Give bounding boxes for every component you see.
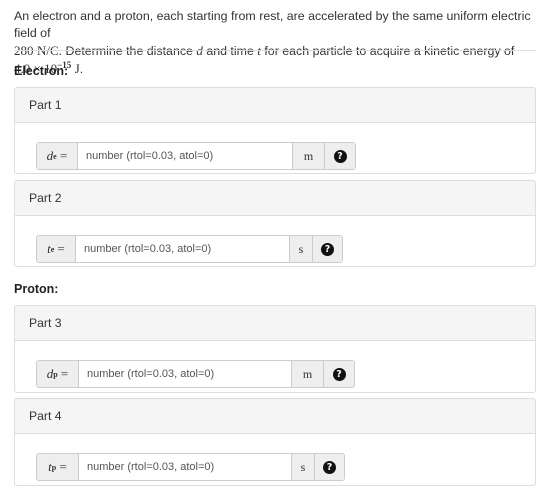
- part-4-variable-label: tp =: [37, 454, 79, 480]
- part-4-answer-input[interactable]: [79, 454, 291, 480]
- part-4-header: Part 4: [15, 399, 535, 434]
- part-4-var-sub: p: [51, 462, 57, 472]
- part-1-eq: =: [59, 148, 68, 163]
- question-mark-icon: ?: [332, 367, 346, 381]
- divider: [14, 50, 536, 51]
- part-2-variable-label: te =: [37, 236, 76, 262]
- question-mark-icon: ?: [321, 242, 334, 256]
- part-2-body: te = s ?: [15, 216, 535, 266]
- question-mark-icon: ?: [323, 460, 336, 474]
- question-text-c: and time: [202, 44, 258, 58]
- part-4-input-group: tp = s ?: [36, 453, 345, 481]
- part-3-help-button[interactable]: ?: [323, 361, 354, 387]
- problem-page: An electron and a proton, each starting …: [0, 0, 550, 497]
- part-2-var-sub: e: [50, 244, 55, 254]
- part-2-header: Part 2: [15, 181, 535, 216]
- part-1-var-sub: e: [53, 151, 57, 161]
- question-text: An electron and a proton, each starting …: [14, 8, 534, 78]
- part-1-answer-input[interactable]: [78, 143, 292, 169]
- question-intro: An electron and a proton, each starting …: [14, 9, 531, 40]
- part-3-panel: Part 3 dp = m ?: [14, 305, 536, 393]
- question-mark-icon: ?: [333, 149, 347, 163]
- question-text-b: . Determine the distance: [58, 44, 197, 58]
- part-1-body: de = m ?: [15, 123, 535, 173]
- part-2-panel: Part 2 te = s ?: [14, 180, 536, 267]
- question-text-d: for each particle to acquire a kinetic e…: [260, 44, 515, 58]
- part-4-help-button[interactable]: ?: [314, 454, 344, 480]
- part-2-eq: =: [57, 241, 65, 256]
- part-3-unit: m: [291, 361, 323, 387]
- part-2-help-button[interactable]: ?: [312, 236, 342, 262]
- part-1-unit: m: [292, 143, 324, 169]
- part-3-variable-label: dp =: [37, 361, 79, 387]
- part-1-header: Part 1: [15, 88, 535, 123]
- part-3-answer-input[interactable]: [79, 361, 291, 387]
- section-proton-label: Proton:: [14, 282, 59, 296]
- part-4-eq: =: [59, 459, 67, 474]
- part-1-panel: Part 1 de = m ?: [14, 87, 536, 174]
- question-text-end: .: [79, 62, 84, 76]
- part-1-variable-label: de =: [37, 143, 78, 169]
- part-3-body: dp = m ?: [15, 341, 535, 392]
- part-4-body: tp = s ?: [15, 434, 535, 485]
- part-1-help-button[interactable]: ?: [324, 143, 355, 169]
- part-4-panel: Part 4 tp = s ?: [14, 398, 536, 486]
- part-1-input-group: de = m ?: [36, 142, 356, 170]
- part-3-input-group: dp = m ?: [36, 360, 355, 388]
- part-3-var-sub: p: [53, 369, 58, 379]
- part-3-eq: =: [60, 366, 69, 381]
- part-2-input-group: te = s ?: [36, 235, 343, 263]
- part-3-header: Part 3: [15, 306, 535, 341]
- part-4-unit: s: [291, 454, 314, 480]
- section-electron-label: Electron:: [14, 64, 69, 78]
- part-2-answer-input[interactable]: [76, 236, 289, 262]
- part-2-unit: s: [289, 236, 312, 262]
